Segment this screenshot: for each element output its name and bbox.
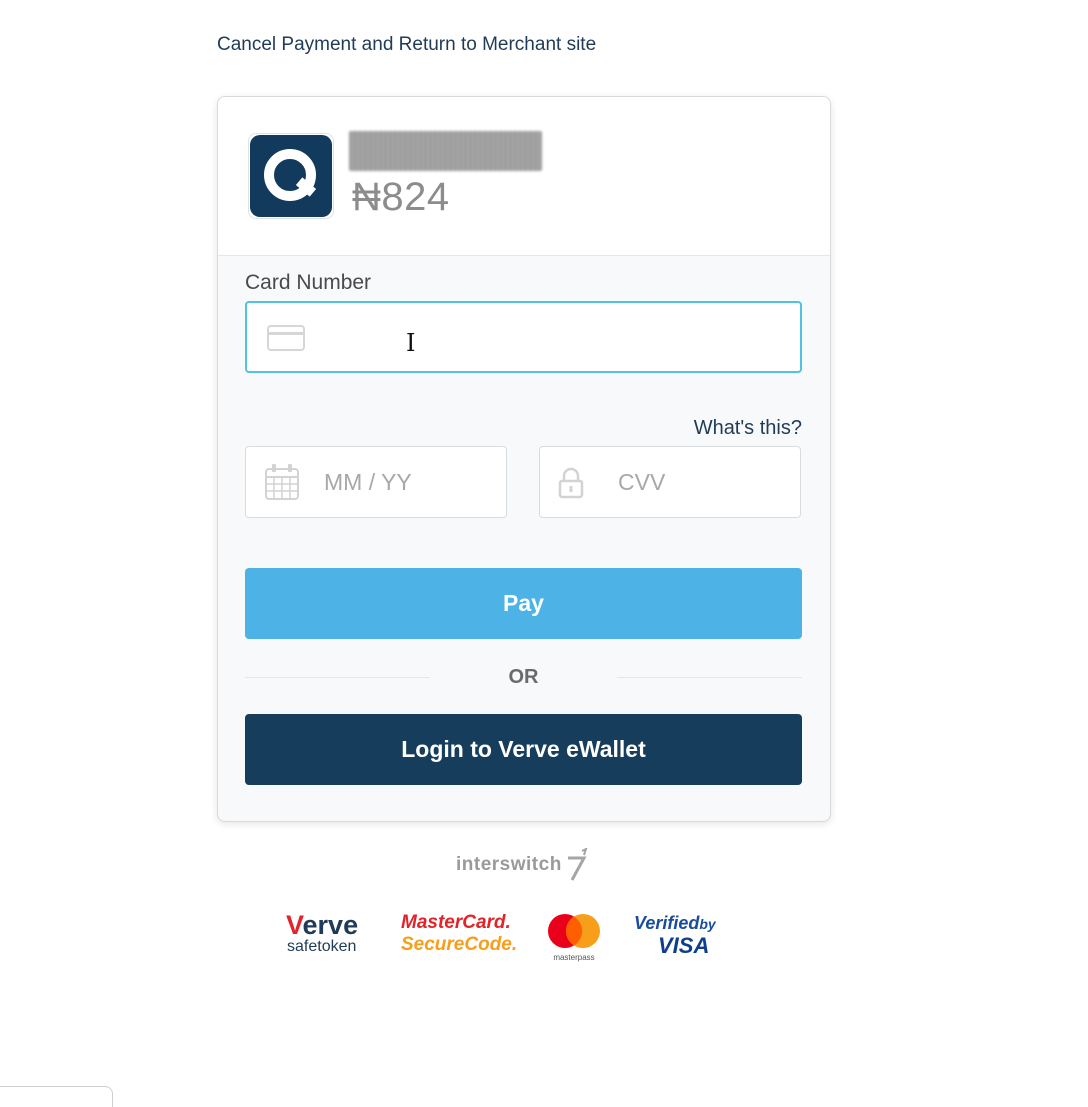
or-text: OR bbox=[508, 666, 539, 688]
by-text: by bbox=[699, 916, 716, 932]
pay-button[interactable]: Pay bbox=[245, 568, 802, 639]
or-divider: OR bbox=[245, 663, 802, 693]
mastercard-text: MasterCard. bbox=[401, 912, 511, 933]
security-badges: Verve safetoken MasterCard. SecureCode. … bbox=[286, 912, 731, 963]
securecode-text: SecureCode. bbox=[401, 934, 518, 955]
verve-safetoken-badge: Verve safetoken bbox=[286, 912, 370, 956]
whats-this-link[interactable]: What's this? bbox=[694, 417, 802, 440]
verve-word: erve bbox=[302, 910, 359, 940]
verve-safetoken-text: safetoken bbox=[287, 938, 357, 955]
interswitch-text: Interswitch bbox=[456, 854, 562, 875]
verve-v: V bbox=[286, 910, 303, 940]
card-number-label: Card Number bbox=[245, 271, 372, 294]
cvv-placeholder: CVV bbox=[618, 469, 666, 495]
mastercard-securecode-badge: MasterCard. SecureCode. bbox=[401, 912, 518, 956]
cancel-payment-link[interactable]: Cancel Payment and Return to Merchant si… bbox=[217, 34, 596, 56]
masterpass-badge: masterpass bbox=[544, 912, 604, 962]
payment-amount: ₦824 bbox=[352, 175, 450, 219]
cvv-input[interactable]: CVV bbox=[539, 446, 801, 518]
card-number-input[interactable]: I bbox=[245, 301, 802, 373]
calendar-icon bbox=[264, 463, 300, 506]
payment-card: ₦824 Card Number I What's this? MM / YY bbox=[217, 96, 831, 822]
expiry-placeholder: MM / YY bbox=[324, 469, 412, 495]
merchant-logo-icon bbox=[248, 133, 334, 219]
expiry-date-input[interactable]: MM / YY bbox=[245, 446, 507, 518]
verified-text: Verified bbox=[634, 913, 700, 933]
verified-by-visa-badge: Verifiedby VISA bbox=[634, 912, 730, 957]
merchant-name-redacted bbox=[349, 131, 542, 171]
lock-icon bbox=[558, 467, 584, 504]
credit-card-icon bbox=[267, 325, 305, 351]
interswitch-logo: Interswitch bbox=[456, 848, 590, 882]
corner-tab bbox=[0, 1086, 113, 1107]
masterpass-text: masterpass bbox=[553, 953, 595, 962]
merchant-header: ₦824 bbox=[218, 97, 830, 256]
mastercard-circles-icon bbox=[548, 914, 600, 948]
visa-text: VISA bbox=[658, 933, 710, 958]
text-cursor-icon: I bbox=[406, 329, 416, 357]
interswitch-mark-icon bbox=[567, 848, 588, 881]
verve-ewallet-login-button[interactable]: Login to Verve eWallet bbox=[245, 714, 802, 785]
